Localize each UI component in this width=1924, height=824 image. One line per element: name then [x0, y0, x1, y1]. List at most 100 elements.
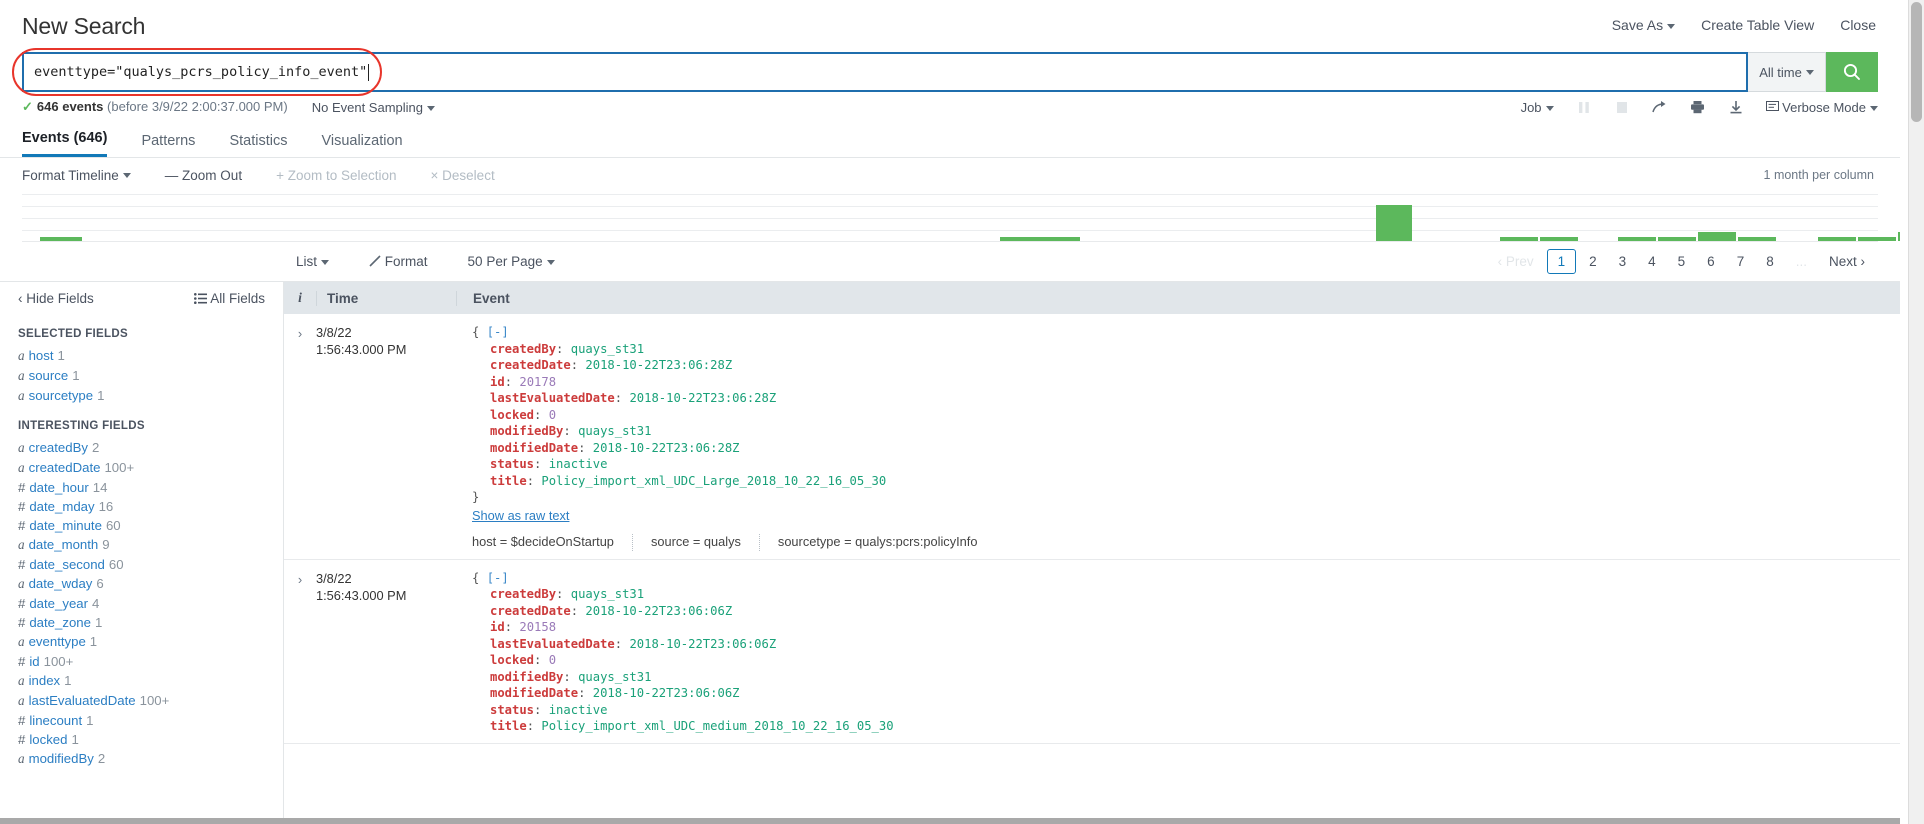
next-page-button[interactable]: Next › [1820, 251, 1874, 272]
event-sampling-dropdown[interactable]: No Event Sampling [312, 100, 435, 115]
field-item-date_minute[interactable]: #date_minute60 [0, 516, 283, 535]
json-collapse-toggle[interactable]: [-] [487, 325, 509, 339]
chevron-right-icon[interactable]: › [284, 324, 316, 551]
field-item-linecount[interactable]: #linecount1 [0, 711, 283, 730]
search-mode-dropdown[interactable]: Verbose Mode [1766, 100, 1878, 115]
json-key[interactable]: modifiedDate [490, 686, 578, 700]
json-value[interactable]: 0 [549, 408, 556, 422]
json-key[interactable]: title [490, 474, 527, 488]
stop-icon[interactable] [1614, 99, 1630, 115]
json-value[interactable]: Policy_import_xml_UDC_Large_2018_10_22_1… [541, 474, 886, 488]
json-key[interactable]: modifiedDate [490, 441, 578, 455]
metadata-item[interactable]: sourcetype = qualys:pcrs:policyInfo [778, 534, 996, 551]
hide-fields-button[interactable]: ‹ Hide Fields [18, 291, 94, 306]
timeline-bar[interactable] [1818, 237, 1856, 241]
timeline-bar[interactable] [1618, 237, 1656, 241]
metadata-item[interactable]: host = $decideOnStartup [472, 534, 633, 551]
timeline-bar[interactable] [40, 237, 82, 241]
timeline-bar[interactable] [1738, 237, 1776, 241]
field-item-date_wday[interactable]: adate_wday6 [0, 574, 283, 594]
horizontal-scrollbar[interactable] [0, 818, 1900, 824]
field-item-lastEvaluatedDate[interactable]: alastEvaluatedDate100+ [0, 691, 283, 711]
save-as-button[interactable]: Save As [1612, 17, 1675, 33]
field-item-createdBy[interactable]: acreatedBy2 [0, 438, 283, 458]
field-item-modifiedBy[interactable]: amodifiedBy2 [0, 749, 283, 769]
json-value[interactable]: 2018-10-22T23:06:28Z [593, 441, 740, 455]
timeline-bar[interactable] [1898, 232, 1900, 241]
zoom-to-selection-button[interactable]: + Zoom to Selection [276, 168, 396, 183]
field-item-date_month[interactable]: adate_month9 [0, 535, 283, 555]
json-key[interactable]: title [490, 719, 527, 733]
timeline-bar[interactable] [1858, 237, 1896, 241]
json-value[interactable]: quays_st31 [578, 424, 651, 438]
json-value[interactable]: 2018-10-22T23:06:06Z [585, 604, 732, 618]
tab-visualization[interactable]: Visualization [321, 133, 402, 157]
search-input[interactable]: eventtype="qualys_pcrs_policy_info_event… [22, 52, 1748, 92]
json-key[interactable]: createdDate [490, 358, 571, 372]
field-item-date_mday[interactable]: #date_mday16 [0, 497, 283, 516]
field-item-date_zone[interactable]: #date_zone1 [0, 613, 283, 632]
page-4-button[interactable]: 4 [1639, 251, 1665, 272]
page-5-button[interactable]: 5 [1669, 251, 1695, 272]
field-item-date_year[interactable]: #date_year4 [0, 594, 283, 613]
close-button[interactable]: Close [1840, 17, 1876, 33]
field-item-locked[interactable]: #locked1 [0, 730, 283, 749]
show-raw-text-link[interactable]: Show as raw text [472, 508, 1900, 525]
scrollbar-thumb[interactable] [1911, 2, 1922, 122]
json-key[interactable]: id [490, 375, 505, 389]
run-search-button[interactable] [1826, 52, 1878, 92]
json-key[interactable]: lastEvaluatedDate [490, 391, 615, 405]
zoom-out-button[interactable]: — Zoom Out [165, 168, 242, 183]
json-key[interactable]: createdBy [490, 342, 556, 356]
field-item-host[interactable]: ahost1 [0, 346, 283, 366]
json-key[interactable]: modifiedBy [490, 424, 563, 438]
field-item-index[interactable]: aindex1 [0, 671, 283, 691]
json-value[interactable]: quays_st31 [571, 587, 644, 601]
job-menu-button[interactable]: Job [1521, 100, 1554, 115]
field-item-date_second[interactable]: #date_second60 [0, 555, 283, 574]
share-icon[interactable] [1652, 99, 1668, 115]
json-key[interactable]: locked [490, 408, 534, 422]
all-fields-button[interactable]: All Fields [194, 291, 265, 306]
json-collapse-toggle[interactable]: [-] [487, 571, 509, 585]
json-key[interactable]: modifiedBy [490, 670, 563, 684]
json-key[interactable]: lastEvaluatedDate [490, 637, 615, 651]
field-item-date_hour[interactable]: #date_hour14 [0, 478, 283, 497]
per-page-dropdown[interactable]: 50 Per Page [468, 254, 555, 269]
page-8-button[interactable]: 8 [1757, 251, 1783, 272]
time-range-picker[interactable]: All time [1748, 52, 1826, 92]
prev-page-button[interactable]: ‹ Prev [1489, 251, 1543, 272]
json-value[interactable]: Policy_import_xml_UDC_medium_2018_10_22_… [541, 719, 893, 733]
export-icon[interactable] [1728, 99, 1744, 115]
pause-icon[interactable] [1576, 99, 1592, 115]
timeline-bar[interactable] [1540, 237, 1578, 241]
page-7-button[interactable]: 7 [1728, 251, 1754, 272]
field-item-source[interactable]: asource1 [0, 366, 283, 386]
json-key[interactable]: status [490, 457, 534, 471]
page-1-button[interactable]: 1 [1547, 249, 1577, 274]
json-value[interactable]: inactive [549, 457, 608, 471]
json-value[interactable]: 0 [549, 653, 556, 667]
list-mode-dropdown[interactable]: List [296, 254, 329, 269]
tab-patterns[interactable]: Patterns [141, 133, 195, 157]
timeline-bar[interactable] [1698, 232, 1736, 241]
format-results-button[interactable]: Format [369, 254, 428, 269]
json-value[interactable]: 2018-10-22T23:06:28Z [585, 358, 732, 372]
json-value[interactable]: 2018-10-22T23:06:28Z [629, 391, 776, 405]
create-table-view-button[interactable]: Create Table View [1701, 17, 1814, 33]
vertical-scrollbar[interactable] [1908, 0, 1924, 824]
field-item-id[interactable]: #id100+ [0, 652, 283, 671]
json-key[interactable]: id [490, 620, 505, 634]
page-6-button[interactable]: 6 [1698, 251, 1724, 272]
format-timeline-dropdown[interactable]: Format Timeline [22, 168, 131, 183]
timeline-bar[interactable] [1000, 237, 1040, 241]
timeline-bar[interactable] [1040, 237, 1080, 241]
tab-events[interactable]: Events (646) [22, 130, 107, 157]
event-timestamp[interactable]: 3/8/221:56:43.000 PM [316, 324, 456, 551]
json-value[interactable]: 2018-10-22T23:06:06Z [629, 637, 776, 651]
json-key[interactable]: createdDate [490, 604, 571, 618]
metadata-item[interactable]: source = qualys [651, 534, 760, 551]
deselect-button[interactable]: × Deselect [431, 168, 495, 183]
field-item-eventtype[interactable]: aeventtype1 [0, 632, 283, 652]
page-2-button[interactable]: 2 [1580, 251, 1606, 272]
